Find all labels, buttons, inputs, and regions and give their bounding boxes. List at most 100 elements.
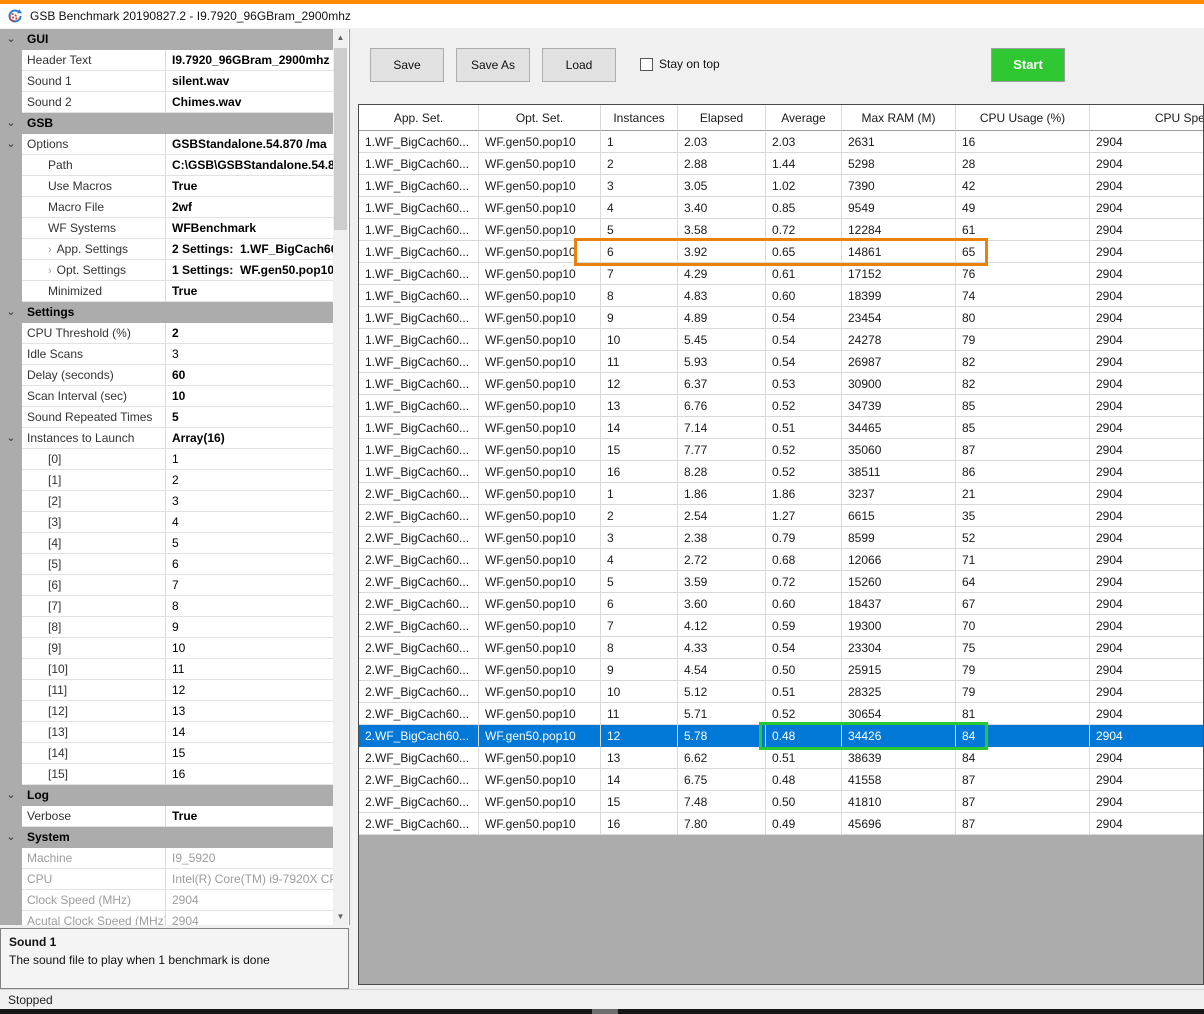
prop-row[interactable]: Sound 1silent.wav [0,71,333,92]
chevron-down-icon[interactable]: ⌄ [0,113,22,134]
prop-row[interactable]: Acutal Clock Speed (MHz)2904 [0,911,333,925]
prop-value[interactable]: 13 [166,701,333,722]
prop-row[interactable]: [0]1 [0,449,333,470]
column-header[interactable]: App. Set. [359,105,479,131]
column-header[interactable]: Average [766,105,842,131]
prop-row[interactable]: MachineI9_5920 [0,848,333,869]
prop-value[interactable]: 15 [166,743,333,764]
prop-row[interactable]: [13]14 [0,722,333,743]
prop-value[interactable]: I9_5920 [166,848,333,869]
prop-row[interactable]: Header TextI9.7920_96GBram_2900mhz [0,50,333,71]
table-row[interactable]: 1.WF_BigCach60...WF.gen50.pop1043.400.85… [359,197,1204,219]
save-as-button[interactable]: Save As [456,48,530,82]
prop-row[interactable]: PathC:\GSB\GSBStandalone.54.8 [0,155,333,176]
table-row[interactable]: 1.WF_BigCach60...WF.gen50.pop10105.450.5… [359,329,1204,351]
prop-value[interactable]: 10 [166,386,333,407]
prop-value[interactable]: 5 [166,533,333,554]
prop-row[interactable]: Macro File2wf [0,197,333,218]
table-row[interactable]: 2.WF_BigCach60...WF.gen50.pop10157.480.5… [359,791,1204,813]
prop-row[interactable]: MinimizedTrue [0,281,333,302]
column-header[interactable]: Elapsed [678,105,766,131]
prop-value[interactable]: Chimes.wav [166,92,333,113]
prop-value[interactable]: silent.wav [166,71,333,92]
prop-value[interactable]: 1 Settings: WF.gen50.pop10 [166,260,333,281]
prop-row[interactable]: VerboseTrue [0,806,333,827]
table-row[interactable]: 2.WF_BigCach60...WF.gen50.pop1063.600.60… [359,593,1204,615]
prop-value[interactable]: 1 [166,449,333,470]
prop-value[interactable]: True [166,806,333,827]
prop-row[interactable]: Clock Speed (MHz)2904 [0,890,333,911]
table-row[interactable]: 2.WF_BigCach60...WF.gen50.pop1094.540.50… [359,659,1204,681]
prop-row[interactable]: ⌄Instances to LaunchArray(16) [0,428,333,449]
table-row[interactable]: 1.WF_BigCach60...WF.gen50.pop10168.280.5… [359,461,1204,483]
table-row[interactable]: 1.WF_BigCach60...WF.gen50.pop1094.890.54… [359,307,1204,329]
prop-row[interactable]: [6]7 [0,575,333,596]
prop-value[interactable]: 60 [166,365,333,386]
prop-section-log[interactable]: ⌄Log [0,785,333,806]
property-grid-scrollbar[interactable]: ▲ ▼ [333,29,348,925]
prop-row[interactable]: WF SystemsWFBenchmark [0,218,333,239]
prop-row[interactable]: [9]10 [0,638,333,659]
prop-value[interactable]: 5 [166,407,333,428]
load-button[interactable]: Load [542,48,616,82]
prop-value[interactable]: 2904 [166,890,333,911]
chevron-down-icon[interactable]: ⌄ [0,302,22,323]
prop-row[interactable]: CPUIntel(R) Core(TM) i9-7920X CP [0,869,333,890]
prop-row[interactable]: Use MacrosTrue [0,176,333,197]
column-header[interactable]: CPU Usage (%) [956,105,1090,131]
chevron-right-icon[interactable]: › [48,244,52,256]
table-row[interactable]: 1.WF_BigCach60...WF.gen50.pop10126.370.5… [359,373,1204,395]
scroll-down-icon[interactable]: ▼ [333,908,348,925]
prop-value[interactable]: True [166,176,333,197]
prop-row[interactable]: ›Opt. Settings1 Settings: WF.gen50.pop10 [0,260,333,281]
table-row[interactable]: 2.WF_BigCach60...WF.gen50.pop1042.720.68… [359,549,1204,571]
prop-value[interactable]: 11 [166,659,333,680]
prop-row[interactable]: Sound Repeated Times5 [0,407,333,428]
prop-value[interactable]: C:\GSB\GSBStandalone.54.8 [166,155,333,176]
stay-on-top-checkbox[interactable] [640,58,653,71]
prop-value[interactable]: 2 [166,470,333,491]
prop-row[interactable]: [12]13 [0,701,333,722]
table-row[interactable]: 1.WF_BigCach60...WF.gen50.pop10147.140.5… [359,417,1204,439]
table-row[interactable]: 2.WF_BigCach60...WF.gen50.pop10136.620.5… [359,747,1204,769]
table-row[interactable]: 2.WF_BigCach60...WF.gen50.pop1032.380.79… [359,527,1204,549]
scrollbar-thumb[interactable] [334,48,347,230]
table-row[interactable]: 2.WF_BigCach60...WF.gen50.pop10167.800.4… [359,813,1204,835]
table-row[interactable]: 2.WF_BigCach60...WF.gen50.pop1074.120.59… [359,615,1204,637]
prop-section-gui[interactable]: ⌄GUI [0,29,333,50]
prop-value[interactable]: 3 [166,344,333,365]
chevron-down-icon[interactable]: ⌄ [0,785,22,806]
prop-row[interactable]: ›App. Settings2 Settings: 1.WF_BigCach60 [0,239,333,260]
prop-value[interactable]: 4 [166,512,333,533]
prop-row[interactable]: Idle Scans3 [0,344,333,365]
prop-section-settings[interactable]: ⌄Settings [0,302,333,323]
column-header[interactable]: Max RAM (M) [842,105,956,131]
table-row[interactable]: 2.WF_BigCach60...WF.gen50.pop1011.861.86… [359,483,1204,505]
prop-value[interactable]: 6 [166,554,333,575]
prop-value[interactable]: 2 Settings: 1.WF_BigCach60 [166,239,333,260]
table-row[interactable]: 1.WF_BigCach60...WF.gen50.pop10115.930.5… [359,351,1204,373]
table-row[interactable]: 2.WF_BigCach60...WF.gen50.pop10105.120.5… [359,681,1204,703]
prop-row[interactable]: [11]12 [0,680,333,701]
prop-section-gsb[interactable]: ⌄GSB [0,113,333,134]
prop-row[interactable]: [10]11 [0,659,333,680]
prop-value[interactable]: GSBStandalone.54.870 /ma [166,134,333,155]
prop-row[interactable]: [14]15 [0,743,333,764]
prop-value[interactable]: 14 [166,722,333,743]
prop-value[interactable]: 9 [166,617,333,638]
prop-row[interactable]: Scan Interval (sec)10 [0,386,333,407]
prop-value[interactable]: I9.7920_96GBram_2900mhz [166,50,333,71]
column-header[interactable]: Opt. Set. [479,105,601,131]
table-row[interactable]: 1.WF_BigCach60...WF.gen50.pop1074.290.61… [359,263,1204,285]
table-row[interactable]: 1.WF_BigCach60...WF.gen50.pop10157.770.5… [359,439,1204,461]
prop-row[interactable]: [4]5 [0,533,333,554]
prop-value[interactable]: 2 [166,323,333,344]
prop-value[interactable]: 8 [166,596,333,617]
chevron-down-icon[interactable]: ⌄ [0,29,22,50]
chevron-down-icon[interactable]: ⌄ [0,827,22,848]
table-row[interactable]: 2.WF_BigCach60...WF.gen50.pop1022.541.27… [359,505,1204,527]
table-row[interactable]: 2.WF_BigCach60...WF.gen50.pop1053.590.72… [359,571,1204,593]
prop-value[interactable]: 12 [166,680,333,701]
scroll-up-icon[interactable]: ▲ [333,29,348,46]
prop-row[interactable]: Delay (seconds)60 [0,365,333,386]
